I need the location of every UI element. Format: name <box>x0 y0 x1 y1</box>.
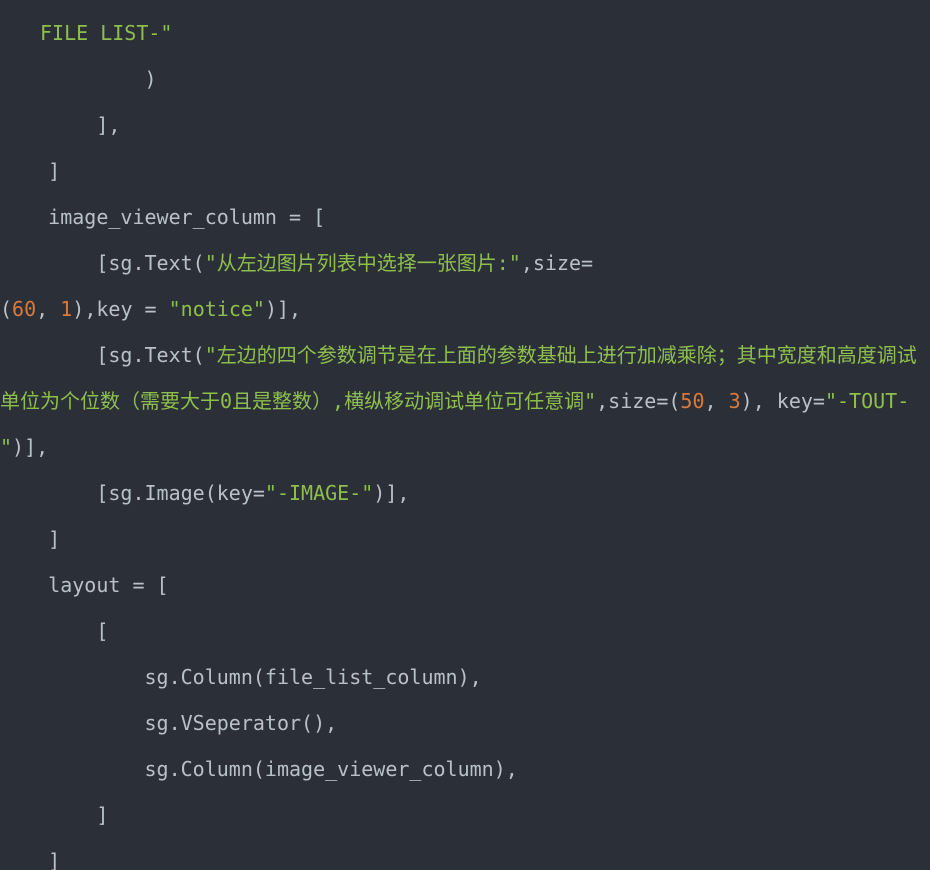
code-line: ] <box>0 159 60 183</box>
code-line: image_viewer_column <box>0 205 289 229</box>
string-literal: "从左边图片列表中选择一张图片:" <box>205 251 521 275</box>
code-line: FILE LIST-" <box>40 21 172 45</box>
code-line: ( <box>0 297 12 321</box>
number-literal: 60 <box>12 297 36 321</box>
code-token: = <box>289 205 301 229</box>
code-token: = <box>132 573 144 597</box>
number-literal: 50 <box>680 389 704 413</box>
code-line: [sg.Image(key= <box>0 481 265 505</box>
code-line: layout <box>0 573 132 597</box>
number-literal: 1 <box>60 297 72 321</box>
code-token: )], <box>373 481 409 505</box>
code-token: )], <box>265 297 301 321</box>
code-line: sg.Column(image_viewer_column), <box>0 757 518 781</box>
code-line: ] <box>0 527 60 551</box>
string-literal: "-IMAGE-" <box>265 481 373 505</box>
code-line: sg.VSeperator(), <box>0 711 337 735</box>
code-token: , <box>705 389 729 413</box>
code-line: ] <box>0 803 108 827</box>
code-token: )], <box>12 435 48 459</box>
number-literal: 3 <box>729 389 741 413</box>
code-token: ,size=( <box>596 389 680 413</box>
code-line: [ <box>0 619 108 643</box>
code-token: ),key = <box>72 297 168 321</box>
code-line: ) <box>0 67 157 91</box>
code-line: ], <box>0 113 120 137</box>
code-line: ] <box>0 849 60 870</box>
code-line: [sg.Text( <box>0 343 205 367</box>
code-editor[interactable]: FILE LIST-" ) ], ] image_viewer_column =… <box>0 0 930 870</box>
code-line: [sg.Text( <box>0 251 205 275</box>
code-token: [ <box>301 205 325 229</box>
code-line: sg.Column(file_list_column), <box>0 665 482 689</box>
string-literal: "notice" <box>169 297 265 321</box>
code-token: ,size= <box>521 251 593 275</box>
code-token: ), key= <box>741 389 825 413</box>
code-token: [ <box>145 573 169 597</box>
code-token: , <box>36 297 60 321</box>
